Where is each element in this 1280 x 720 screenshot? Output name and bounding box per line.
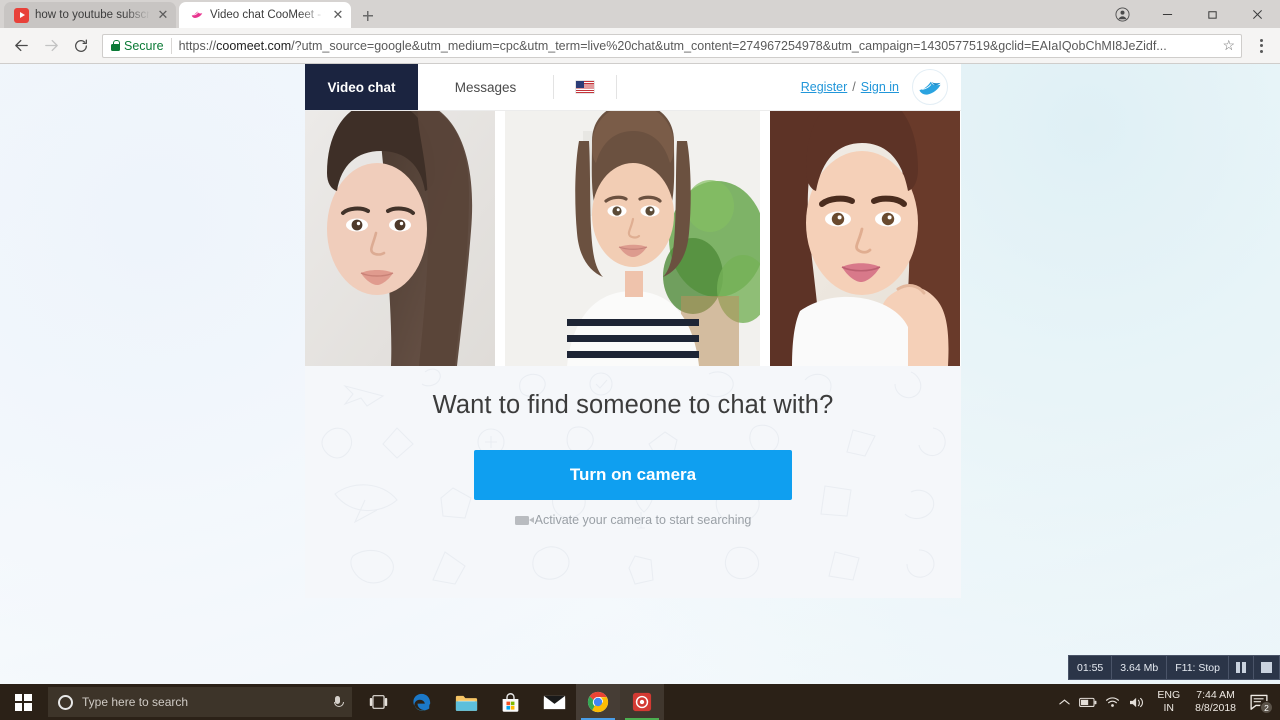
coomeet-icon [189,8,204,23]
volume-icon[interactable] [1124,684,1148,720]
windows-taskbar: Type here to search ENG IN 7:44 AM 8/8/2… [0,684,1280,720]
lock-icon [111,40,120,51]
close-window-button[interactable] [1235,0,1280,28]
taskbar-item-screen-recorder[interactable] [620,684,664,720]
taskbar-item-task-view[interactable] [356,684,400,720]
nav-label: Video chat [327,79,396,95]
back-icon[interactable] [6,31,36,61]
youtube-icon [14,7,29,23]
site-header: Video chat Messages Register / Sign in [305,64,961,111]
coomeet-site-card: Video chat Messages Register / Sign in W… [305,64,961,598]
url-scheme: https:// [178,38,217,53]
camera-icon [514,515,534,525]
auth-separator: / [852,80,856,94]
maximize-button[interactable] [1190,0,1235,28]
nav-item-messages[interactable]: Messages [418,64,553,110]
new-tab-button[interactable] [355,6,381,26]
taskbar-search-input[interactable]: Type here to search [48,687,352,717]
stop-icon [1261,662,1273,673]
cta-content: Want to find someone to chat with? Turn … [305,366,961,527]
window-controls [1100,0,1280,28]
auth-area: Register / Sign in [617,64,961,110]
close-icon[interactable]: ✕ [331,7,345,23]
start-button[interactable] [0,684,46,720]
cta-panel: Want to find someone to chat with? Turn … [305,366,961,598]
taskbar-item-microsoft-store[interactable] [488,684,532,720]
screen-recorder-overlay: 01:55 3.64 Mb F11: Stop [1068,655,1280,680]
page-viewport: Video chat Messages Register / Sign in W… [0,64,1280,687]
url-rest: /?utm_source=google&utm_medium=cpc&utm_t… [291,38,1167,53]
coomeet-bird-logo-icon[interactable] [912,69,948,105]
profile-avatar-icon[interactable] [1100,0,1145,28]
thumbnail-woman-2[interactable] [505,111,760,366]
search-placeholder: Type here to search [82,695,189,709]
tab-youtube[interactable]: how to youtube subscrib ✕ [4,2,176,28]
security-indicator[interactable]: Secure [111,39,164,53]
close-icon[interactable]: ✕ [156,7,170,23]
notification-count-badge: 2 [1260,701,1273,714]
sign-in-link[interactable]: Sign in [861,80,899,94]
action-center-button[interactable]: 2 [1242,684,1276,720]
cta-subtitle-text: Activate your camera to start searching [534,513,752,527]
chrome-menu-icon[interactable] [1248,31,1274,61]
url-text: https://coomeet.com/?utm_source=google&u… [179,39,1216,53]
microphone-icon[interactable] [331,695,344,710]
forward-icon[interactable] [36,31,66,61]
us-flag-icon [576,81,594,93]
taskbar-item-mail[interactable] [532,684,576,720]
recorder-elapsed: 01:55 [1069,656,1113,679]
lang-line-1: ENG [1157,688,1181,701]
system-tray: ENG IN 7:44 AM 8/8/2018 2 [1052,684,1280,720]
browser-toolbar: Secure https://coomeet.com/?utm_source=g… [0,28,1280,64]
thumbnail-gap [495,111,505,366]
chrome-browser-window: how to youtube subscrib ✕ Video chat Coo… [0,0,1280,688]
wifi-icon[interactable] [1100,684,1124,720]
thumbnail-row [305,111,961,366]
recorder-stop-button[interactable] [1254,656,1279,679]
nav-label: Messages [454,79,517,95]
cortana-icon [58,694,73,710]
secure-label: Secure [124,38,164,53]
taskbar-item-chrome[interactable] [576,684,620,720]
reload-icon[interactable] [66,31,96,61]
register-link[interactable]: Register [801,80,848,94]
bookmark-star-icon[interactable]: ☆ [1222,37,1235,54]
clock-time: 7:44 AM [1196,688,1235,701]
tab-coomeet[interactable]: Video chat CooMeet - the ✕ [179,2,351,28]
thumbnail-gap [760,111,770,366]
taskbar-pinned-apps [356,684,664,720]
taskbar-item-file-explorer[interactable] [444,684,488,720]
recorder-filesize: 3.64 Mb [1112,656,1168,679]
tab-strip: how to youtube subscrib ✕ Video chat Coo… [0,0,1280,28]
windows-logo-icon [14,693,32,711]
clock[interactable]: 7:44 AM 8/8/2018 [1189,689,1242,716]
tab-title: how to youtube subscrib [35,9,150,21]
cta-subtitle: Activate your camera to start searching [305,513,961,527]
clock-date: 8/8/2018 [1195,702,1236,714]
language-selector[interactable] [554,64,616,110]
turn-on-camera-button[interactable]: Turn on camera [474,450,792,500]
tab-title: Video chat CooMeet - the [210,9,325,21]
thumbnail-woman-1[interactable] [305,111,495,366]
omnibox-divider [170,37,172,54]
minimize-button[interactable] [1145,0,1190,28]
pause-icon [1236,662,1246,673]
language-indicator[interactable]: ENG IN [1148,689,1189,716]
taskbar-item-edge[interactable] [400,684,444,720]
recorder-pause-button[interactable] [1229,656,1255,679]
address-bar[interactable]: Secure https://coomeet.com/?utm_source=g… [102,33,1242,58]
battery-icon[interactable] [1076,684,1100,720]
thumbnail-woman-3[interactable] [770,111,960,366]
cta-heading: Want to find someone to chat with? [432,391,834,419]
recorder-hotkey: F11: Stop [1167,656,1229,679]
nav-item-video-chat[interactable]: Video chat [305,64,418,110]
lang-line-2: IN [1163,702,1174,714]
tray-chevron-up-icon[interactable] [1052,684,1076,720]
url-host: coomeet.com [216,38,292,53]
